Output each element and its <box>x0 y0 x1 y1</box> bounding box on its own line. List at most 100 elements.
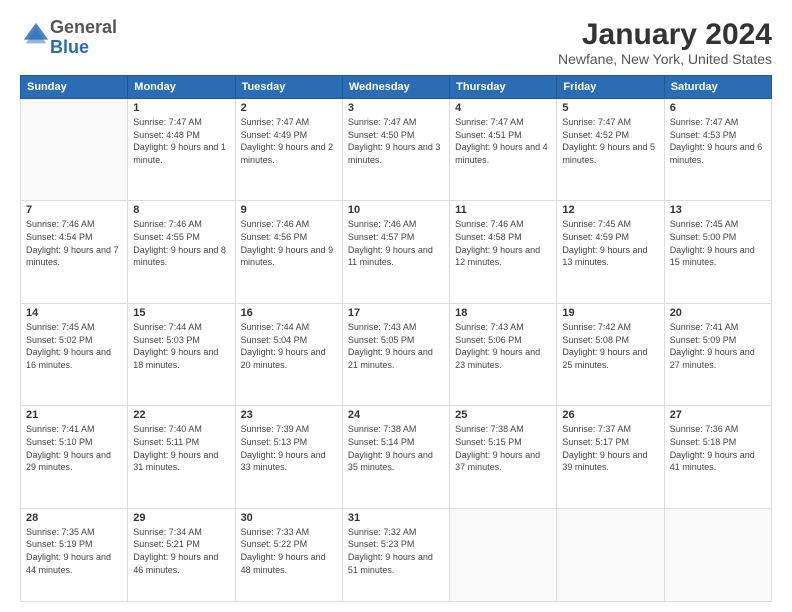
day-info: Sunrise: 7:35 AMSunset: 5:19 PMDaylight:… <box>26 526 122 576</box>
day-info: Sunrise: 7:47 AMSunset: 4:53 PMDaylight:… <box>670 116 766 166</box>
calendar-week-row: 21Sunrise: 7:41 AMSunset: 5:10 PMDayligh… <box>21 406 772 508</box>
day-number: 7 <box>26 204 122 216</box>
table-row: 14 Sunrise: 7:45 AMSunset: 5:02 PMDayligh… <box>21 303 128 405</box>
day-info: Sunrise: 7:44 AMSunset: 5:03 PMDaylight:… <box>133 321 229 371</box>
day-number: 20 <box>670 307 766 319</box>
day-number: 29 <box>133 512 229 524</box>
table-row: 15 Sunrise: 7:44 AMSunset: 5:03 PMDayligh… <box>128 303 235 405</box>
day-info: Sunrise: 7:43 AMSunset: 5:05 PMDaylight:… <box>348 321 444 371</box>
table-row: 27 Sunrise: 7:36 AMSunset: 5:18 PMDayligh… <box>664 406 771 508</box>
table-row: 7 Sunrise: 7:46 AMSunset: 4:54 PMDaylight… <box>21 201 128 303</box>
day-info: Sunrise: 7:46 AMSunset: 4:55 PMDaylight:… <box>133 218 229 268</box>
table-row: 3 Sunrise: 7:47 AMSunset: 4:50 PMDaylight… <box>342 99 449 201</box>
day-info: Sunrise: 7:36 AMSunset: 5:18 PMDaylight:… <box>670 423 766 473</box>
day-number: 13 <box>670 204 766 216</box>
day-number: 16 <box>241 307 337 319</box>
table-row <box>664 508 771 601</box>
table-row: 19 Sunrise: 7:42 AMSunset: 5:08 PMDayligh… <box>557 303 664 405</box>
header-thursday: Thursday <box>450 76 557 99</box>
day-number: 12 <box>562 204 658 216</box>
day-info: Sunrise: 7:43 AMSunset: 5:06 PMDaylight:… <box>455 321 551 371</box>
day-info: Sunrise: 7:46 AMSunset: 4:58 PMDaylight:… <box>455 218 551 268</box>
day-number: 22 <box>133 409 229 421</box>
page: General Blue January 2024 Newfane, New Y… <box>0 0 792 612</box>
table-row: 29 Sunrise: 7:34 AMSunset: 5:21 PMDayligh… <box>128 508 235 601</box>
day-number: 19 <box>562 307 658 319</box>
day-info: Sunrise: 7:38 AMSunset: 5:14 PMDaylight:… <box>348 423 444 473</box>
logo-icon <box>22 21 50 49</box>
day-number: 25 <box>455 409 551 421</box>
day-number: 4 <box>455 102 551 114</box>
day-info: Sunrise: 7:46 AMSunset: 4:54 PMDaylight:… <box>26 218 122 268</box>
day-number: 10 <box>348 204 444 216</box>
table-row: 12 Sunrise: 7:45 AMSunset: 4:59 PMDayligh… <box>557 201 664 303</box>
table-row: 6 Sunrise: 7:47 AMSunset: 4:53 PMDaylight… <box>664 99 771 201</box>
title-block: January 2024 Newfane, New York, United S… <box>558 18 772 67</box>
day-info: Sunrise: 7:32 AMSunset: 5:23 PMDaylight:… <box>348 526 444 576</box>
day-info: Sunrise: 7:46 AMSunset: 4:56 PMDaylight:… <box>241 218 337 268</box>
table-row: 25 Sunrise: 7:38 AMSunset: 5:15 PMDayligh… <box>450 406 557 508</box>
calendar-header-row: Sunday Monday Tuesday Wednesday Thursday… <box>21 76 772 99</box>
day-info: Sunrise: 7:47 AMSunset: 4:51 PMDaylight:… <box>455 116 551 166</box>
header-friday: Friday <box>557 76 664 99</box>
table-row: 28 Sunrise: 7:35 AMSunset: 5:19 PMDayligh… <box>21 508 128 601</box>
table-row: 21Sunrise: 7:41 AMSunset: 5:10 PMDayligh… <box>21 406 128 508</box>
table-row: 2 Sunrise: 7:47 AMSunset: 4:49 PMDaylight… <box>235 99 342 201</box>
table-row: 18 Sunrise: 7:43 AMSunset: 5:06 PMDayligh… <box>450 303 557 405</box>
day-number: 17 <box>348 307 444 319</box>
day-number: 6 <box>670 102 766 114</box>
table-row: 1Sunrise: 7:47 AMSunset: 4:48 PMDaylight… <box>128 99 235 201</box>
table-row: 11 Sunrise: 7:46 AMSunset: 4:58 PMDayligh… <box>450 201 557 303</box>
page-subtitle: Newfane, New York, United States <box>558 51 772 67</box>
day-number: 2 <box>241 102 337 114</box>
table-row <box>557 508 664 601</box>
table-row: 24 Sunrise: 7:38 AMSunset: 5:14 PMDayligh… <box>342 406 449 508</box>
day-number: 24 <box>348 409 444 421</box>
day-number: 31 <box>348 512 444 524</box>
day-number: 14 <box>26 307 122 319</box>
calendar-week-row: 28 Sunrise: 7:35 AMSunset: 5:19 PMDayligh… <box>21 508 772 601</box>
table-row: 16Sunrise: 7:44 AMSunset: 5:04 PMDayligh… <box>235 303 342 405</box>
day-info: Sunrise: 7:47 AMSunset: 4:50 PMDaylight:… <box>348 116 444 166</box>
day-number: 3 <box>348 102 444 114</box>
header-monday: Monday <box>128 76 235 99</box>
day-number: 8 <box>133 204 229 216</box>
header: General Blue January 2024 Newfane, New Y… <box>20 18 772 67</box>
day-info: Sunrise: 7:41 AMSunset: 5:09 PMDaylight:… <box>670 321 766 371</box>
page-title: January 2024 <box>558 18 772 51</box>
day-number: 27 <box>670 409 766 421</box>
header-saturday: Saturday <box>664 76 771 99</box>
logo: General Blue <box>20 18 117 58</box>
table-row <box>21 99 128 201</box>
table-row: 30Sunrise: 7:33 AMSunset: 5:22 PMDayligh… <box>235 508 342 601</box>
day-number: 30 <box>241 512 337 524</box>
day-number: 18 <box>455 307 551 319</box>
header-wednesday: Wednesday <box>342 76 449 99</box>
day-info: Sunrise: 7:38 AMSunset: 5:15 PMDaylight:… <box>455 423 551 473</box>
day-info: Sunrise: 7:47 AMSunset: 4:48 PMDaylight:… <box>133 116 229 166</box>
day-info: Sunrise: 7:45 AMSunset: 5:02 PMDaylight:… <box>26 321 122 371</box>
day-info: Sunrise: 7:40 AMSunset: 5:11 PMDaylight:… <box>133 423 229 473</box>
calendar-week-row: 1Sunrise: 7:47 AMSunset: 4:48 PMDaylight… <box>21 99 772 201</box>
day-number: 5 <box>562 102 658 114</box>
day-info: Sunrise: 7:42 AMSunset: 5:08 PMDaylight:… <box>562 321 658 371</box>
day-number: 28 <box>26 512 122 524</box>
day-number: 11 <box>455 204 551 216</box>
day-info: Sunrise: 7:45 AMSunset: 5:00 PMDaylight:… <box>670 218 766 268</box>
day-info: Sunrise: 7:39 AMSunset: 5:13 PMDaylight:… <box>241 423 337 473</box>
day-number: 21 <box>26 409 122 421</box>
calendar-table: Sunday Monday Tuesday Wednesday Thursday… <box>20 75 772 602</box>
calendar-week-row: 7 Sunrise: 7:46 AMSunset: 4:54 PMDaylight… <box>21 201 772 303</box>
calendar-week-row: 14 Sunrise: 7:45 AMSunset: 5:02 PMDayligh… <box>21 303 772 405</box>
day-info: Sunrise: 7:46 AMSunset: 4:57 PMDaylight:… <box>348 218 444 268</box>
table-row: 10 Sunrise: 7:46 AMSunset: 4:57 PMDayligh… <box>342 201 449 303</box>
table-row: 4 Sunrise: 7:47 AMSunset: 4:51 PMDaylight… <box>450 99 557 201</box>
day-info: Sunrise: 7:47 AMSunset: 4:52 PMDaylight:… <box>562 116 658 166</box>
day-info: Sunrise: 7:45 AMSunset: 4:59 PMDaylight:… <box>562 218 658 268</box>
logo-blue-text: Blue <box>50 37 89 57</box>
day-number: 23 <box>241 409 337 421</box>
day-info: Sunrise: 7:47 AMSunset: 4:49 PMDaylight:… <box>241 116 337 166</box>
day-info: Sunrise: 7:34 AMSunset: 5:21 PMDaylight:… <box>133 526 229 576</box>
table-row: 5 Sunrise: 7:47 AMSunset: 4:52 PMDaylight… <box>557 99 664 201</box>
day-number: 15 <box>133 307 229 319</box>
